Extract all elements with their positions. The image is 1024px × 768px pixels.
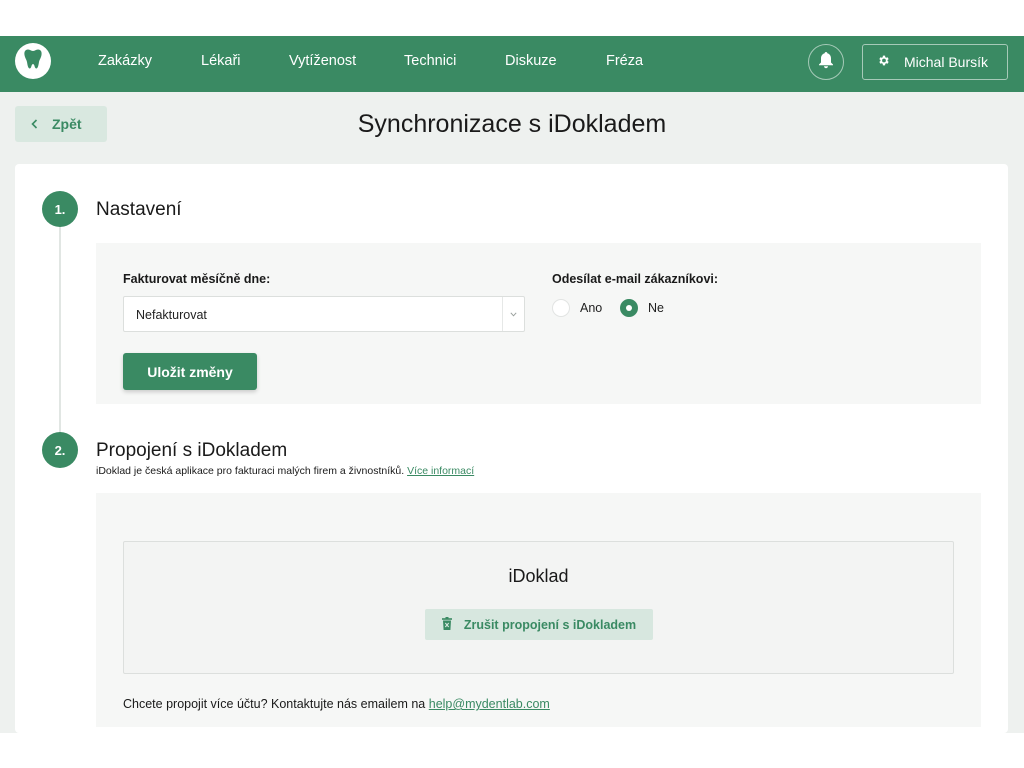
send-email-label: Odesílat e-mail zákazníkovi: [552, 272, 719, 286]
invoice-day-select[interactable]: Nefakturovat [123, 296, 525, 332]
nav-item-vytizenost[interactable]: Vytíženost [289, 36, 356, 92]
radio-ne-label: Ne [648, 301, 664, 315]
nav-item-diskuze[interactable]: Diskuze [505, 36, 557, 92]
disconnect-label: Zrušit propojení s iDokladem [463, 617, 637, 632]
invoice-day-value: Nefakturovat [136, 308, 207, 322]
chevron-down-icon [502, 297, 524, 331]
user-name: Michal Bursík [904, 54, 989, 70]
nav-item-zakazky[interactable]: Zakázky [98, 36, 152, 92]
trash-icon [441, 616, 452, 633]
idoklad-description-text: iDoklad je česká aplikace pro fakturaci … [96, 465, 405, 477]
notifications-button[interactable] [808, 44, 844, 80]
radio-ano-label: Ano [580, 301, 603, 315]
radio-ano[interactable] [552, 299, 570, 317]
radio-option-ne[interactable]: Ne [620, 299, 664, 317]
radio-ne[interactable] [620, 299, 638, 317]
user-menu-button[interactable]: Michal Bursík [862, 44, 1008, 80]
idoklad-box-title: iDoklad [508, 566, 569, 586]
nav-item-technici[interactable]: Technici [404, 36, 456, 92]
bell-icon [818, 51, 834, 74]
page-title: Synchronizace s iDokladem [357, 110, 667, 138]
tooth-icon [23, 48, 43, 75]
disconnect-idoklad-button[interactable]: Zrušit propojení s iDokladem [425, 609, 653, 640]
idoklad-description: iDoklad je česká aplikace pro fakturaci … [96, 465, 474, 477]
contact-email-link[interactable]: help@mydentlab.com [429, 697, 550, 711]
step-connector-line [59, 210, 61, 450]
contact-text: Chcete propojit více účtu? Kontaktujte n… [123, 697, 426, 711]
section-title-nastaveni: Nastavení [96, 199, 182, 220]
step-2-badge: 2. [42, 432, 78, 468]
radio-option-ano[interactable]: Ano [552, 299, 602, 317]
top-strip [0, 0, 1024, 36]
save-changes-button[interactable]: Uložit změny [123, 353, 257, 390]
nav-item-freza[interactable]: Fréza [606, 36, 643, 92]
idoklad-connection-box: iDoklad Zrušit propojení s iDokladem [123, 541, 954, 674]
contact-note: Chcete propojit více účtu? Kontaktujte n… [123, 697, 550, 711]
nav-item-lekari[interactable]: Lékaři [201, 36, 241, 92]
logo[interactable] [15, 43, 51, 79]
more-info-link[interactable]: Více informací [407, 465, 474, 477]
invoice-day-label: Fakturovat měsíčně dne: [123, 272, 271, 286]
step-1-badge: 1. [42, 191, 78, 227]
gear-icon [877, 54, 890, 70]
top-navbar: Zakázky Lékaři Vytíženost Technici Disku… [0, 36, 1024, 92]
section-title-propojeni: Propojení s iDokladem [96, 440, 288, 461]
bottom-strip [0, 733, 1024, 768]
